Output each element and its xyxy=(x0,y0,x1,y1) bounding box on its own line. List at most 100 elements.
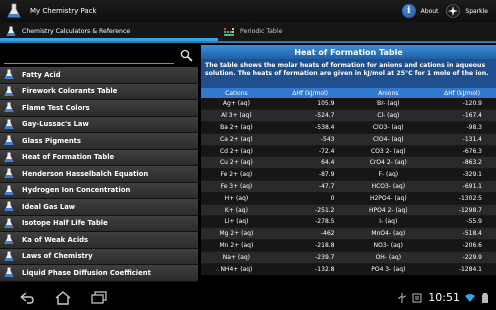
table-row: Cd 2+ (aq) -72.4 CO3 2- (aq) -676.3 xyxy=(201,145,496,158)
cell-cation: Ca 2+ (aq) xyxy=(201,133,272,146)
action-bar: My Chemistry Pack i About Sparkle xyxy=(0,0,496,22)
about-button[interactable]: i About xyxy=(401,4,439,18)
list-item-label: Flame Test Colors xyxy=(22,103,90,112)
cell-anion-dhf: -229.9 xyxy=(428,251,496,264)
flask-icon xyxy=(4,218,14,228)
list-item[interactable]: Firework Colorants Table xyxy=(0,83,198,100)
list-item-label: Henderson Hasselbalch Equation xyxy=(22,169,149,178)
app-title: My Chemistry Pack xyxy=(30,7,97,15)
cell-cation-dhf: -239.7 xyxy=(271,251,349,264)
cell-anion: NO3- (aq) xyxy=(348,239,429,252)
cell-cation-dhf: -72.4 xyxy=(271,145,349,158)
about-label: About xyxy=(420,7,439,15)
cell-cation: Ag+ (aq) xyxy=(201,98,272,111)
cell-anion-dhf: -55.9 xyxy=(428,215,496,229)
sparkle-icon xyxy=(446,4,461,18)
list-item[interactable]: Ka of Weak Acids xyxy=(0,232,198,249)
flask-icon xyxy=(4,251,14,261)
detail-title: Heat of Formation Table xyxy=(201,45,496,59)
tab-periodic-table[interactable]: Periodic Table xyxy=(218,22,436,41)
cell-cation-dhf: -47.7 xyxy=(271,180,349,193)
cell-anion-dhf: -676.3 xyxy=(428,145,496,158)
list-item[interactable]: Laws of Chemistry xyxy=(0,248,198,265)
cell-anion: Br- (aq) xyxy=(348,98,429,111)
list-item[interactable]: Fatty Acid xyxy=(0,67,198,84)
cell-anion-dhf: -1284.1 xyxy=(428,263,496,276)
list-item[interactable]: Glass Pigments xyxy=(0,133,198,150)
table-row: Ba 2+ (aq) -538.4 ClO3- (aq) -98.3 xyxy=(201,121,496,134)
cell-cation-dhf: -462 xyxy=(271,227,349,241)
search-input[interactable] xyxy=(4,49,174,64)
system-bar: 10:51 xyxy=(0,285,496,310)
list-item-label: Isotope Half Life Table xyxy=(22,219,108,228)
flask-icon xyxy=(4,168,14,179)
sparkle-button[interactable]: Sparkle xyxy=(446,4,488,18)
cell-cation: Al 3+ (aq) xyxy=(201,109,272,123)
table-row: Mn 2+ (aq) -218.8 NO3- (aq) -206.6 xyxy=(201,239,496,252)
calculator-list: Fatty Acid Firework Colorants Table Flame … xyxy=(0,67,198,282)
list-item-label: Ideal Gas Law xyxy=(22,202,76,211)
flask-icon xyxy=(4,69,14,80)
back-icon[interactable] xyxy=(18,291,36,305)
home-icon[interactable] xyxy=(54,290,72,305)
table-row: Li+ (aq) -278.5 I- (aq) -55.9 xyxy=(201,215,496,229)
flask-app-icon[interactable] xyxy=(6,3,22,19)
list-item[interactable]: Isotope Half Life Table xyxy=(0,215,198,232)
table-row: Na+ (aq) -239.7 OH- (aq) -229.9 xyxy=(201,251,496,264)
wifi-icon xyxy=(465,293,475,302)
list-item[interactable]: Henderson Hasselbalch Equation xyxy=(0,166,198,183)
heat-of-formation-table: Cations ΔHf (kJ/mol) Anions ΔHf (kJ/mol)… xyxy=(201,88,496,276)
flask-icon xyxy=(4,86,14,96)
cell-cation: NH4+ (aq) xyxy=(201,263,272,276)
table-row: Fe 3+ (aq) -47.7 HCO3- (aq) -691.1 xyxy=(201,180,496,193)
status-area[interactable]: 10:51 xyxy=(392,291,490,304)
list-item[interactable]: Ideal Gas Law xyxy=(0,199,198,216)
list-item[interactable]: Hydrogen Ion Concentration xyxy=(0,182,198,199)
flask-icon xyxy=(4,201,14,212)
cell-anion: I- (aq) xyxy=(348,215,429,229)
cell-anion-dhf: -1302.5 xyxy=(428,192,496,205)
recent-apps-icon[interactable] xyxy=(90,290,108,305)
cell-cation-dhf: -87.9 xyxy=(271,168,349,182)
cell-anion: H2PO4- (aq) xyxy=(348,192,429,205)
cell-anion-dhf: -518.4 xyxy=(428,227,496,241)
column-header-cation-dhf: ΔHf (kJ/mol) xyxy=(271,88,349,98)
flask-icon xyxy=(4,267,14,278)
cell-anion: MnO4- (aq) xyxy=(348,227,429,241)
app-window: My Chemistry Pack i About Sparkle Chemis… xyxy=(0,0,496,310)
cell-anion: PO4 3- (aq) xyxy=(348,263,429,276)
table-row: H+ (aq) 0 H2PO4- (aq) -1302.5 xyxy=(201,192,496,205)
cell-anion: Cl- (aq) xyxy=(348,109,429,123)
flask-icon xyxy=(4,102,14,113)
sparkle-label: Sparkle xyxy=(465,7,488,15)
list-item[interactable]: Gay-Lussac's Law xyxy=(0,116,198,133)
clock: 10:51 xyxy=(428,291,460,304)
list-item[interactable]: Heat of Formation Table xyxy=(0,149,198,166)
table-row: Mg 2+ (aq) -462 MnO4- (aq) -518.4 xyxy=(201,227,496,241)
search-icon[interactable] xyxy=(180,49,193,62)
cell-cation-dhf: -538.4 xyxy=(271,121,349,134)
cell-anion: HCO3- (aq) xyxy=(348,180,429,193)
list-item-label: Heat of Formation Table xyxy=(22,153,115,162)
list-item[interactable]: Flame Test Colors xyxy=(0,100,198,117)
list-item-label: Ka of Weak Acids xyxy=(22,235,89,244)
flask-icon xyxy=(4,185,14,195)
tab-calculators[interactable]: Chemistry Calculators & Reference xyxy=(0,22,218,41)
table-row: Al 3+ (aq) -524.7 Cl- (aq) -167.4 xyxy=(201,109,496,123)
list-item-label: Laws of Chemistry xyxy=(22,252,93,261)
cell-anion: F- (aq) xyxy=(348,168,429,182)
list-item-label: Glass Pigments xyxy=(22,136,81,145)
search-row xyxy=(0,45,198,67)
calculator-list-panel: Fatty Acid Firework Colorants Table Flame … xyxy=(0,45,198,285)
flask-icon xyxy=(4,234,14,245)
tab-calculators-label: Chemistry Calculators & Reference xyxy=(22,28,131,35)
cell-cation-dhf: -132.8 xyxy=(271,263,349,276)
cell-cation: Mg 2+ (aq) xyxy=(201,227,272,241)
cell-anion-dhf: -167.4 xyxy=(428,109,496,123)
cell-cation: Na+ (aq) xyxy=(201,251,272,264)
table-row: Cu 2+ (aq) 64.4 CrO4 2- (aq) -863.2 xyxy=(201,156,496,170)
detail-panel: Heat of Formation Table The table shows … xyxy=(201,45,496,285)
cell-cation-dhf: 105.9 xyxy=(271,98,349,111)
cell-cation-dhf: -543 xyxy=(271,133,349,146)
list-item[interactable]: Liquid Phase Diffusion Coefficient xyxy=(0,265,198,282)
